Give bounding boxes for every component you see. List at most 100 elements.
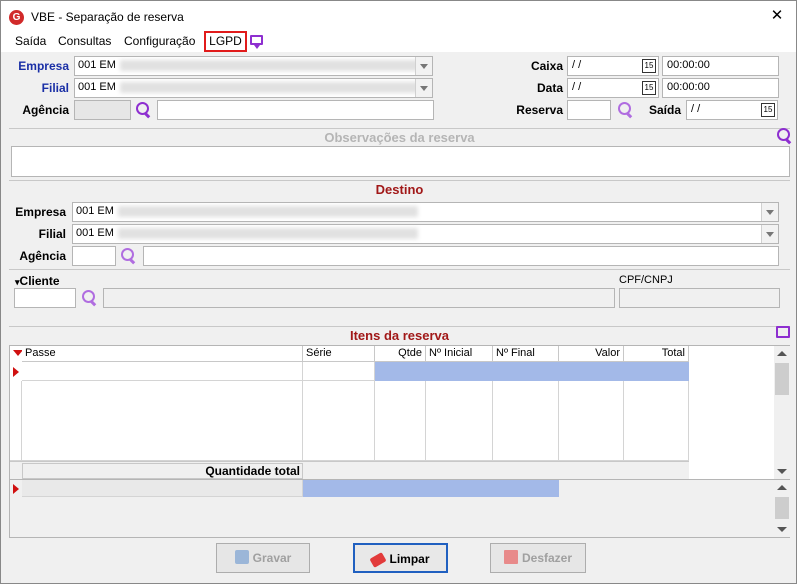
reserva-input[interactable]: [567, 100, 611, 120]
selected-cells[interactable]: [375, 362, 689, 381]
scroll-down-icon[interactable]: [774, 521, 790, 537]
destino-filial-select[interactable]: 001 EM: [72, 224, 779, 244]
agencia-label: Agência: [22, 103, 69, 117]
menu-configuracao[interactable]: Configuração: [124, 34, 195, 48]
observacoes-textarea[interactable]: [11, 146, 790, 177]
data-date-input[interactable]: / /15: [567, 78, 659, 98]
agencia-name-input[interactable]: [157, 100, 434, 120]
totals-grid: [9, 480, 790, 538]
observacoes-header: Observações da reserva: [9, 128, 790, 145]
chevron-down-icon[interactable]: [761, 225, 778, 243]
zoom-in-icon[interactable]: [777, 128, 791, 142]
chat-icon[interactable]: [776, 326, 790, 338]
destino-agencia-code-input[interactable]: [72, 246, 116, 266]
row-indicator-icon: [13, 484, 19, 494]
window-title: VBE - Separação de reserva: [31, 10, 184, 24]
filial-value: 001 EM: [78, 81, 116, 93]
grid-scrollbar[interactable]: [774, 346, 790, 479]
menu-saida[interactable]: Saída: [15, 34, 46, 48]
calendar-icon[interactable]: 15: [642, 59, 656, 73]
chevron-down-icon[interactable]: [415, 57, 432, 75]
scroll-down-icon[interactable]: [774, 463, 790, 479]
destino-empresa-value: 001 EM: [76, 205, 114, 217]
table-cell: [624, 381, 689, 461]
filial-label: Filial: [41, 81, 69, 95]
scroll-thumb[interactable]: [775, 363, 789, 395]
divider: [9, 269, 790, 270]
empresa-label: Empresa: [18, 59, 69, 73]
totals-scrollbar[interactable]: [774, 480, 790, 537]
table-cell: [303, 381, 375, 461]
destino-filial-value: 001 EM: [76, 227, 114, 239]
saida-label: Saída: [648, 103, 681, 117]
quantidade-total-label: Quantidade total: [22, 463, 303, 479]
cpf-label: CPF/CNPJ: [619, 274, 673, 286]
cpf-input[interactable]: [619, 288, 780, 308]
saida-date-input[interactable]: / /15: [686, 100, 778, 120]
col-n-final[interactable]: Nº Final: [493, 346, 559, 362]
caixa-label: Caixa: [530, 59, 563, 73]
table-cell: [493, 381, 559, 461]
table-cell[interactable]: [303, 362, 375, 381]
scroll-up-icon[interactable]: [774, 346, 790, 362]
chevron-down-icon[interactable]: [415, 79, 432, 97]
desfazer-button[interactable]: Desfazer: [490, 543, 586, 573]
close-button[interactable]: ✕: [765, 6, 789, 26]
cliente-name-input[interactable]: [103, 288, 615, 308]
redacted-text: [117, 227, 418, 239]
empresa-select[interactable]: 001 EM: [74, 56, 433, 76]
table-cell: [22, 381, 303, 461]
calendar-icon[interactable]: 15: [642, 81, 656, 95]
title-bar: G VBE - Separação de reserva ✕: [1, 1, 796, 31]
table-cell: [559, 381, 624, 461]
data-label: Data: [536, 81, 563, 95]
scroll-thumb[interactable]: [775, 497, 789, 519]
table-cell: [426, 381, 493, 461]
caixa-time-input[interactable]: 00:00:00: [662, 56, 779, 76]
row-gutter: [10, 381, 22, 461]
destino-header: Destino: [9, 180, 790, 197]
search-icon[interactable]: [82, 290, 98, 306]
menu-consultas[interactable]: Consultas: [58, 34, 111, 48]
scroll-up-icon[interactable]: [774, 480, 790, 496]
menu-lgpd[interactable]: LGPD: [204, 31, 247, 52]
redacted-text: [119, 59, 420, 71]
redacted-text: [117, 205, 418, 217]
itens-grid: Passe Série Qtde Nº Inicial Nº Final Val…: [9, 345, 790, 480]
data-time-input[interactable]: 00:00:00: [662, 78, 779, 98]
calendar-icon[interactable]: 15: [761, 103, 775, 117]
gravar-button[interactable]: Gravar: [216, 543, 310, 573]
destino-agencia-label: Agência: [19, 249, 66, 263]
table-row[interactable]: [22, 362, 303, 381]
chat-icon[interactable]: [250, 35, 263, 49]
col-valor[interactable]: Valor: [559, 346, 624, 362]
table-cell: [375, 381, 426, 461]
caixa-date-input[interactable]: / /15: [567, 56, 659, 76]
search-icon[interactable]: [121, 248, 137, 264]
itens-header: Itens da reserva: [9, 326, 790, 343]
redacted-text: [119, 81, 420, 93]
filial-select[interactable]: 001 EM: [74, 78, 433, 98]
empresa-value: 001 EM: [78, 59, 116, 71]
col-serie[interactable]: Série: [303, 346, 375, 362]
col-n-inicial[interactable]: Nº Inicial: [426, 346, 493, 362]
reserva-label: Reserva: [516, 103, 563, 117]
agencia-code-input[interactable]: [74, 100, 131, 120]
chevron-down-icon[interactable]: [761, 203, 778, 221]
search-icon[interactable]: [136, 102, 152, 118]
search-icon[interactable]: [618, 102, 634, 118]
col-total[interactable]: Total: [624, 346, 689, 362]
limpar-button[interactable]: Limpar: [353, 543, 448, 573]
main-window: G VBE - Separação de reserva ✕ Saída Con…: [0, 0, 797, 584]
app-logo-icon: G: [9, 10, 24, 25]
cliente-code-input[interactable]: [14, 288, 76, 308]
col-passe[interactable]: Passe: [22, 346, 303, 362]
col-qtde[interactable]: Qtde: [375, 346, 426, 362]
cliente-label: ▾Cliente: [15, 274, 60, 288]
destino-filial-label: Filial: [38, 227, 66, 241]
eraser-icon: [369, 552, 388, 568]
destino-empresa-select[interactable]: 001 EM: [72, 202, 779, 222]
totals-selected-cells[interactable]: [303, 480, 559, 497]
destino-empresa-label: Empresa: [15, 205, 66, 219]
destino-agencia-name-input[interactable]: [143, 246, 779, 266]
